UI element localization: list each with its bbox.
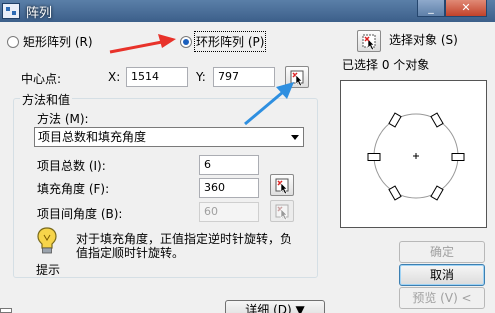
angle-between-input[interactable]: 60 (199, 202, 259, 222)
pick-angle-disabled-icon (275, 204, 289, 221)
center-y-input[interactable]: 797 (213, 67, 275, 87)
rect-array-label: 矩形阵列 (R) (23, 35, 93, 49)
pick-between-angle-button[interactable] (270, 200, 294, 222)
close-button[interactable]: ✕ (445, 0, 487, 17)
radio-circle[interactable] (7, 35, 19, 48)
fill-angle-input[interactable]: 360 (199, 178, 259, 198)
select-objects-label: 选择对象 (S) (389, 33, 458, 47)
cancel-button[interactable]: 取消 (399, 264, 485, 286)
array-app-icon (2, 3, 20, 19)
method-group-legend: 方法和值 (20, 91, 73, 108)
angle-between-label: 项目间角度 (B): (37, 207, 123, 221)
window-title: 阵列 (26, 5, 53, 21)
method-select[interactable]: 项目总数和填充角度 (34, 127, 304, 147)
select-objects-icon (362, 34, 376, 51)
fill-angle-label: 填充角度 (F): (37, 182, 110, 196)
pick-center-button[interactable] (285, 66, 309, 88)
ok-button[interactable]: 确定 (399, 241, 485, 263)
preview-item (430, 112, 444, 128)
minimize-button[interactable]: _ (417, 0, 445, 17)
crosshair-icon (413, 153, 419, 159)
window-controls: _ ✕ (417, 0, 487, 17)
center-x-label: X: (108, 70, 121, 84)
pick-point-icon (290, 70, 304, 87)
partial-checkbox[interactable] (0, 308, 12, 313)
preview-item (430, 185, 444, 201)
method-select-value: 项目总数和填充角度 (38, 130, 147, 144)
polar-array-label: 环形阵列 (P) (193, 31, 267, 52)
selection-status: 已选择 0 个对象 (342, 58, 430, 72)
pick-fill-angle-button[interactable] (270, 174, 294, 196)
title-bar: 阵列 _ ✕ (0, 0, 495, 22)
rect-array-radio[interactable]: 矩形阵列 (R) (7, 33, 93, 50)
lightbulb-icon (37, 227, 57, 254)
center-y-label: Y: (196, 70, 206, 84)
polar-array-radio[interactable]: 环形阵列 (P) (180, 31, 267, 52)
center-point-label: 中心点: (21, 72, 62, 86)
chevron-down-icon[interactable] (291, 135, 299, 140)
pick-angle-icon (275, 178, 289, 195)
preview-item (451, 153, 465, 161)
radio-circle-selected[interactable] (180, 35, 192, 48)
preview-item (388, 112, 402, 128)
preview-button[interactable]: 预览 (V) < (399, 287, 485, 309)
tip-text-line2: 值指定顺时针旋转。 (76, 246, 185, 260)
preview-item (367, 153, 381, 161)
total-items-label: 项目总数 (I): (37, 159, 106, 173)
preview-item (388, 185, 402, 201)
array-preview (340, 80, 487, 228)
total-items-input[interactable]: 6 (199, 155, 259, 175)
method-label: 方法 (M): (37, 112, 89, 126)
preview-canvas (367, 112, 465, 201)
select-objects-button[interactable] (357, 30, 381, 52)
details-button[interactable]: 详细 (D) ▼ (225, 300, 325, 313)
tip-label: 提示 (36, 263, 61, 277)
center-x-input[interactable]: 1514 (126, 67, 188, 87)
